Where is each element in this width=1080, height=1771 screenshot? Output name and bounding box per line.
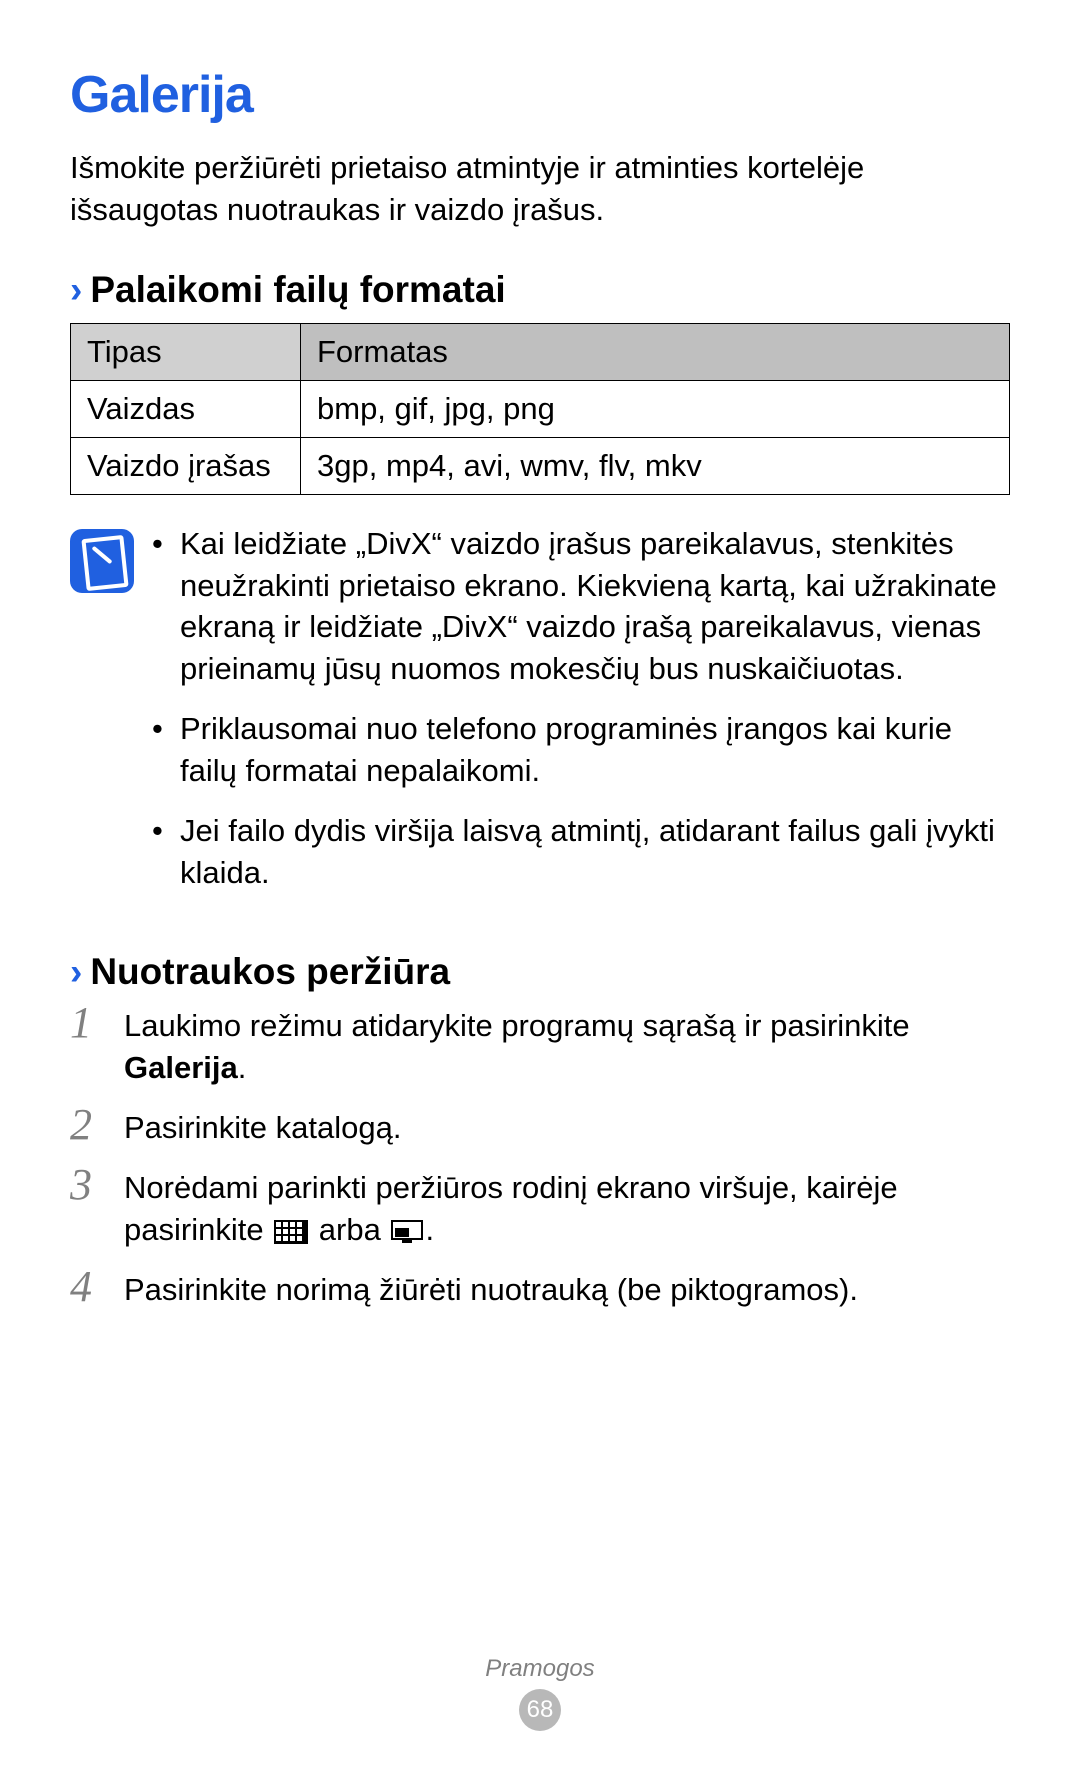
table-row: Vaizdo įrašas 3gp, mp4, avi, wmv, flv, m… — [71, 437, 1010, 494]
step-text: Pasirinkite norimą žiūrėti nuotrauką (be… — [124, 1269, 1010, 1311]
step-text: Norėdami parinkti peržiūros rodinį ekran… — [124, 1167, 1010, 1251]
chevron-icon: › — [70, 269, 82, 311]
step-text: Laukimo režimu atidarykite programų sąra… — [124, 1005, 1010, 1089]
note-item: Priklausomai nuo telefono programinės įr… — [152, 708, 1010, 792]
section-photo-view: › Nuotraukos peržiūra — [70, 951, 1010, 993]
steps-list: 1 Laukimo režimu atidarykite programų są… — [70, 1005, 1010, 1310]
grid-view-icon — [274, 1220, 308, 1244]
section-supported-formats: › Palaikomi failų formatai — [70, 269, 1010, 311]
step-number: 3 — [70, 1163, 104, 1251]
page-title: Galerija — [70, 65, 1010, 125]
step-number: 1 — [70, 1001, 104, 1089]
page-number-wrap: 68 — [0, 1689, 1080, 1731]
page-number: 68 — [519, 1689, 561, 1731]
step-number: 4 — [70, 1265, 104, 1311]
page-footer: Pramogos 68 — [0, 1655, 1080, 1731]
note-item: Jei failo dydis viršija laisvą atmintį, … — [152, 810, 1010, 894]
section-title: Nuotraukos peržiūra — [90, 951, 450, 993]
table-cell: Vaizdo įrašas — [71, 437, 301, 494]
table-row: Vaizdas bmp, gif, jpg, png — [71, 380, 1010, 437]
table-cell: bmp, gif, jpg, png — [301, 380, 1010, 437]
table-header-row: Tipas Formatas — [71, 323, 1010, 380]
footer-section: Pramogos — [0, 1655, 1080, 1683]
table-cell: Vaizdas — [71, 380, 301, 437]
formats-table: Tipas Formatas Vaizdas bmp, gif, jpg, pn… — [70, 323, 1010, 495]
step-item: 2 Pasirinkite katalogą. — [70, 1107, 1010, 1149]
monitor-icon — [391, 1220, 423, 1244]
step-item: 3 Norėdami parinkti peržiūros rodinį ekr… — [70, 1167, 1010, 1251]
table-cell: 3gp, mp4, avi, wmv, flv, mkv — [301, 437, 1010, 494]
section-title: Palaikomi failų formatai — [90, 269, 505, 311]
chevron-icon: › — [70, 951, 82, 993]
step-item: 4 Pasirinkite norimą žiūrėti nuotrauką (… — [70, 1269, 1010, 1311]
step-text: Pasirinkite katalogą. — [124, 1107, 1010, 1149]
note-item: Kai leidžiate „DivX“ vaizdo įrašus parei… — [152, 523, 1010, 690]
table-header-type: Tipas — [71, 323, 301, 380]
note-list: Kai leidžiate „DivX“ vaizdo įrašus parei… — [152, 523, 1010, 912]
step-number: 2 — [70, 1103, 104, 1149]
note-block: Kai leidžiate „DivX“ vaizdo įrašus parei… — [70, 523, 1010, 912]
table-header-format: Formatas — [301, 323, 1010, 380]
note-icon — [70, 529, 134, 593]
intro-text: Išmokite peržiūrėti prietaiso atmintyje … — [70, 147, 1010, 231]
step-item: 1 Laukimo režimu atidarykite programų są… — [70, 1005, 1010, 1089]
